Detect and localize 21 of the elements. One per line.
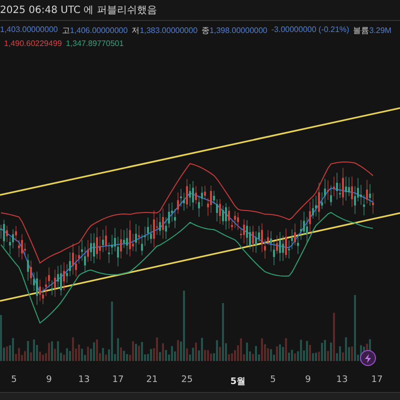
ohlc-value: 1,403.00000000	[0, 25, 58, 36]
ohlc-value: -3.00000000 (-0.21%)	[271, 25, 350, 36]
date-axis-label: 5월	[230, 376, 246, 388]
date-axis-label: 9	[305, 375, 311, 385]
date-axis-label: 21	[146, 375, 158, 385]
ohlc-value: 고1,406.00000000	[62, 25, 128, 36]
ohlc-value: 저1,383.00000000	[132, 25, 198, 36]
date-axis-label: 13	[336, 375, 348, 385]
ohlc-value: 종1,398.00000000	[202, 25, 268, 36]
date-axis-label: 25	[181, 375, 193, 385]
date-axis-label: 13	[78, 375, 90, 385]
date-axis-label: 17	[112, 375, 124, 385]
date-axis-label: 9	[46, 375, 52, 385]
lightning-icon[interactable]	[360, 350, 376, 366]
publish-date-text: 2025 06:48 UTC 에 퍼블리쉬했음	[0, 4, 157, 17]
band-value: 1,490.60229499	[4, 39, 62, 48]
date-axis-label: 5	[11, 375, 17, 385]
date-axis-label: 5	[270, 375, 276, 385]
date-axis-label: 17	[371, 375, 383, 385]
band-value: 1,347.89770501	[66, 39, 124, 48]
ohlc-value: 볼륨3.29M	[353, 25, 392, 36]
